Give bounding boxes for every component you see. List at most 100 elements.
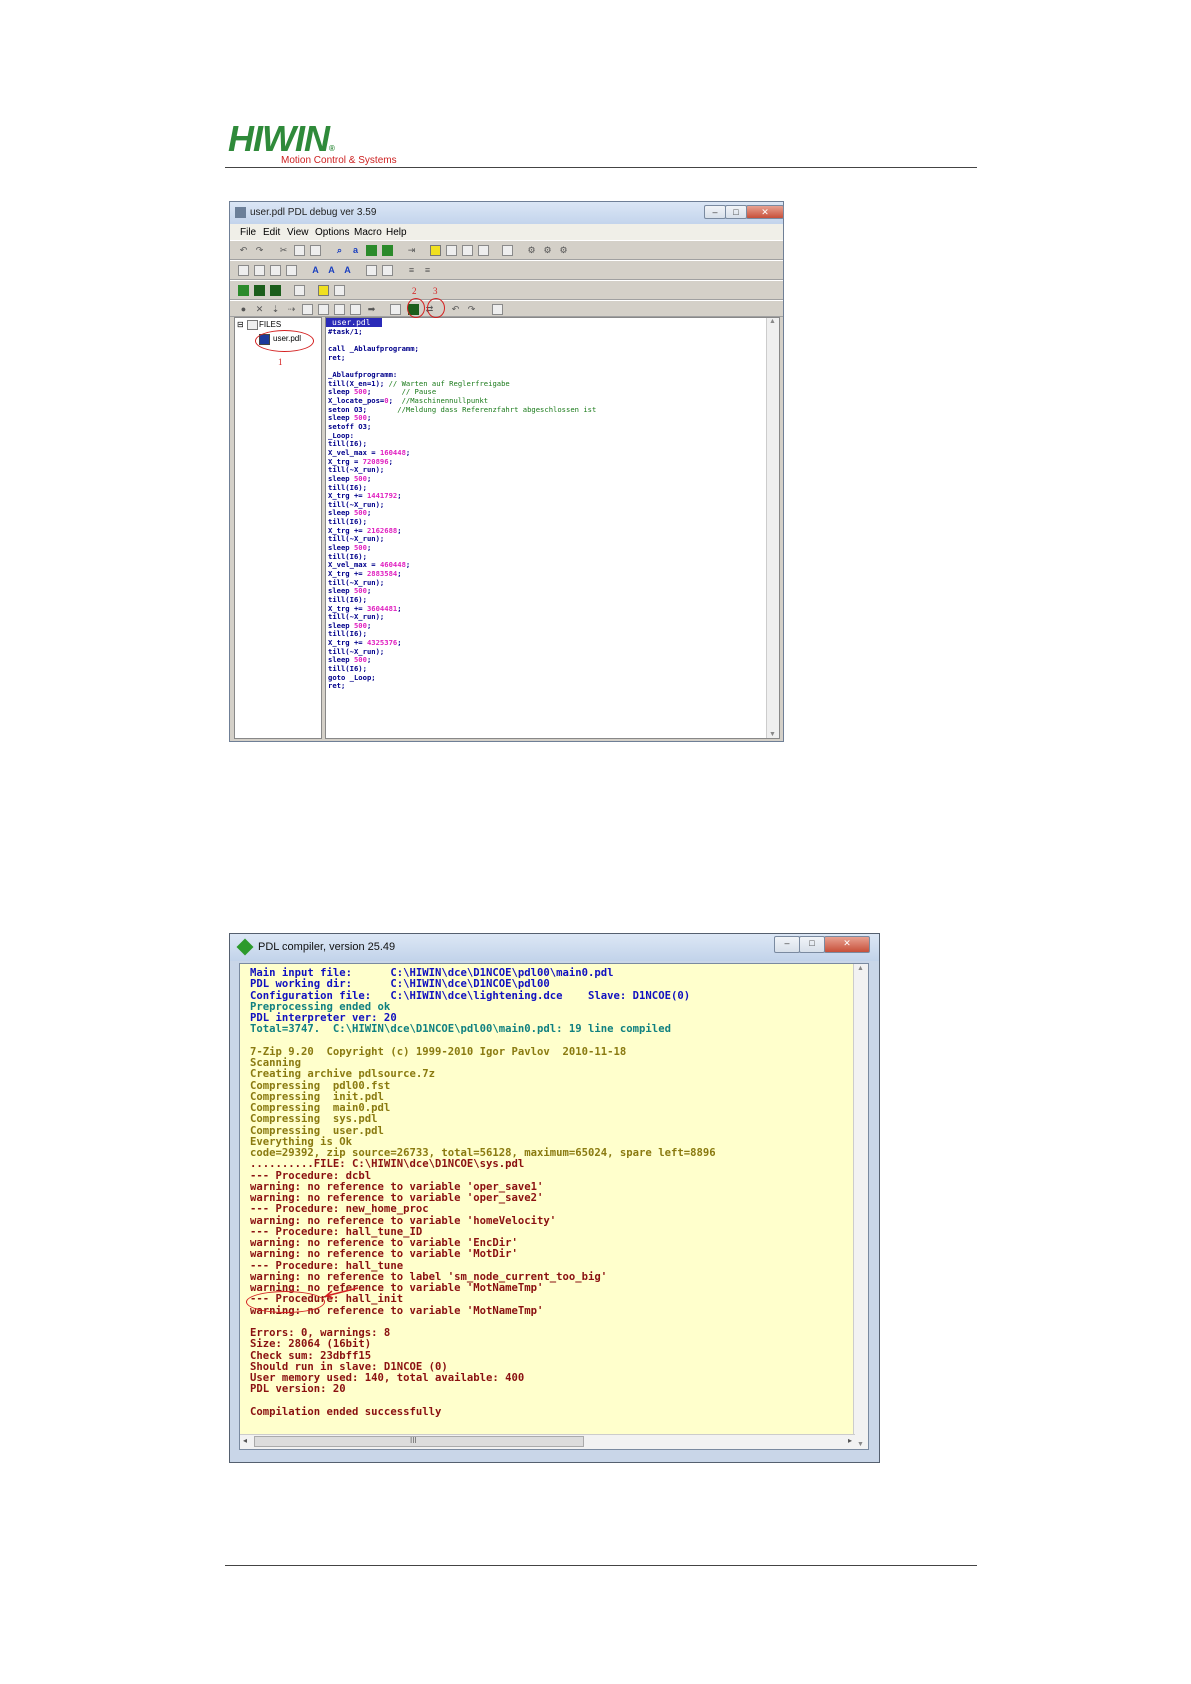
compiler-output-line: Size: 28064 (16bit) xyxy=(250,1338,372,1351)
font-large-icon[interactable]: A xyxy=(342,265,353,276)
step-out-icon[interactable] xyxy=(302,304,313,315)
console-scroll-right-icon[interactable]: ▸ xyxy=(848,1436,852,1445)
compiler-output-console[interactable]: Main input file: C:\HIWIN\dce\D1NCOE\pdl… xyxy=(239,963,869,1450)
settings-icon[interactable] xyxy=(492,304,503,315)
font-small-icon[interactable]: A xyxy=(310,265,321,276)
redo-icon[interactable]: ↷ xyxy=(254,245,265,256)
indent-icon[interactable] xyxy=(366,265,377,276)
menu-file[interactable]: File xyxy=(240,227,256,238)
code-token: ; xyxy=(366,620,372,630)
save-icon[interactable] xyxy=(254,285,265,296)
split-vertical-icon[interactable] xyxy=(238,265,249,276)
watch-icon[interactable]: ⚙ xyxy=(526,245,537,256)
project-icon[interactable] xyxy=(294,285,305,296)
step-into-icon[interactable]: ⇣ xyxy=(270,304,281,315)
code-line: goto _Loop; xyxy=(328,672,596,683)
list-icon[interactable]: ≡ xyxy=(406,265,417,276)
print-icon[interactable] xyxy=(502,245,513,256)
console-scroll-up-icon[interactable]: ▲ xyxy=(857,965,864,972)
menu-macro[interactable]: Macro xyxy=(354,227,382,238)
menu-options[interactable]: Options xyxy=(315,227,349,238)
code-token: goto _Loop; xyxy=(328,672,376,682)
clear-bookmarks-icon[interactable] xyxy=(478,245,489,256)
bookmark-icon[interactable] xyxy=(430,245,441,256)
outdent-icon[interactable] xyxy=(382,265,393,276)
code-token: till(I6); xyxy=(328,551,367,561)
tree-root-label[interactable]: FILES xyxy=(259,320,281,329)
menu-view[interactable]: View xyxy=(287,227,309,238)
console-horizontal-scrollbar[interactable]: ◂ III ▸ xyxy=(240,1434,855,1449)
font-medium-icon[interactable]: A xyxy=(326,265,337,276)
find-next-icon[interactable] xyxy=(366,245,377,256)
code-token: 720896 xyxy=(362,456,389,466)
compiler-close-button[interactable]: ✕ xyxy=(824,936,870,953)
clear-breakpoint-icon[interactable]: ✕ xyxy=(254,304,265,315)
maximize-button[interactable]: □ xyxy=(725,205,747,219)
minimize-button[interactable]: – xyxy=(704,205,726,219)
code-token: X_trg += xyxy=(328,603,367,613)
code-token: ret; xyxy=(328,681,346,691)
goto-line-icon[interactable]: ⇥ xyxy=(406,245,417,256)
close-button[interactable]: ✕ xyxy=(746,205,784,219)
step-over-icon[interactable]: ⇢ xyxy=(286,304,297,315)
compiler-title-bar: PDL compiler, version 25.49 – □ ✕ xyxy=(230,934,879,961)
search-files-icon[interactable] xyxy=(318,285,329,296)
editor-scrollbar[interactable]: ▲ ▼ xyxy=(766,318,779,738)
undo-icon[interactable]: ↶ xyxy=(238,245,249,256)
menu-edit[interactable]: Edit xyxy=(263,227,280,238)
annotation-oval-1 xyxy=(255,330,314,352)
compiler-output-line: Creating archive pdlsource.7z xyxy=(250,1068,435,1081)
stop-icon[interactable] xyxy=(350,304,361,315)
code-token: ; xyxy=(366,543,372,553)
undo-action-icon[interactable]: ↶ xyxy=(450,304,461,315)
code-token: till(~X_run); xyxy=(328,499,385,509)
console-scroll-left-icon[interactable]: ◂ xyxy=(243,1436,247,1445)
hiwin-logo: HIWIN® xyxy=(228,118,335,160)
options-icon[interactable] xyxy=(334,285,345,296)
code-line: call _Ablaufprogramm; xyxy=(328,344,596,354)
open-folder-icon[interactable] xyxy=(238,285,249,296)
console-scroll-down-icon[interactable]: ▼ xyxy=(857,1441,864,1448)
code-token: ; xyxy=(366,508,372,518)
scroll-up-icon[interactable]: ▲ xyxy=(769,318,776,325)
breakpoint-icon[interactable]: ● xyxy=(238,304,249,315)
tile-icon[interactable] xyxy=(270,265,281,276)
watch2-icon[interactable]: ⚙ xyxy=(542,245,553,256)
code-token: 500 xyxy=(353,620,367,630)
compiler-maximize-button[interactable]: □ xyxy=(799,936,825,953)
console-vertical-scrollbar[interactable]: ▲ ▼ xyxy=(853,964,868,1449)
paste-icon[interactable] xyxy=(310,245,321,256)
code-token: X_trg += xyxy=(328,525,367,535)
code-token: 2162688 xyxy=(366,525,398,535)
cascade-icon[interactable] xyxy=(286,265,297,276)
code-token: X_vel_max = xyxy=(328,560,380,570)
split-horizontal-icon[interactable] xyxy=(254,265,265,276)
redo-action-icon[interactable]: ↷ xyxy=(466,304,477,315)
code-token: 2883584 xyxy=(366,568,398,578)
align-icon[interactable]: ≡ xyxy=(422,265,433,276)
prev-bookmark-icon[interactable] xyxy=(462,245,473,256)
reset-icon[interactable] xyxy=(334,304,345,315)
editor-tab[interactable]: user.pdl xyxy=(326,318,382,327)
compiler-minimize-button[interactable]: – xyxy=(774,936,800,953)
watch3-icon[interactable]: ⚙ xyxy=(558,245,569,256)
code-token: ; xyxy=(366,413,372,423)
replace-icon[interactable]: a xyxy=(350,245,361,256)
code-token: ; xyxy=(397,568,402,578)
next-bookmark-icon[interactable] xyxy=(446,245,457,256)
code-editor[interactable]: user.pdl #task/1; call _Ablaufprogramm; re… xyxy=(325,317,780,739)
run-icon[interactable]: ➡ xyxy=(366,304,377,315)
scroll-down-icon[interactable]: ▼ xyxy=(769,731,776,738)
cut-icon[interactable]: ✂ xyxy=(278,245,289,256)
find-icon[interactable]: ⌕ xyxy=(334,245,345,256)
collapse-icon[interactable]: ⊟ xyxy=(237,320,244,329)
code-token: 3604481 xyxy=(366,603,398,613)
code-line: sleep 500; xyxy=(328,586,596,596)
find-prev-icon[interactable] xyxy=(382,245,393,256)
run-to-cursor-icon[interactable] xyxy=(318,304,329,315)
copy-icon[interactable] xyxy=(294,245,305,256)
menu-help[interactable]: Help xyxy=(386,227,407,238)
console-scroll-thumb[interactable]: III xyxy=(254,1436,584,1447)
compile-icon[interactable] xyxy=(390,304,401,315)
save-all-icon[interactable] xyxy=(270,285,281,296)
